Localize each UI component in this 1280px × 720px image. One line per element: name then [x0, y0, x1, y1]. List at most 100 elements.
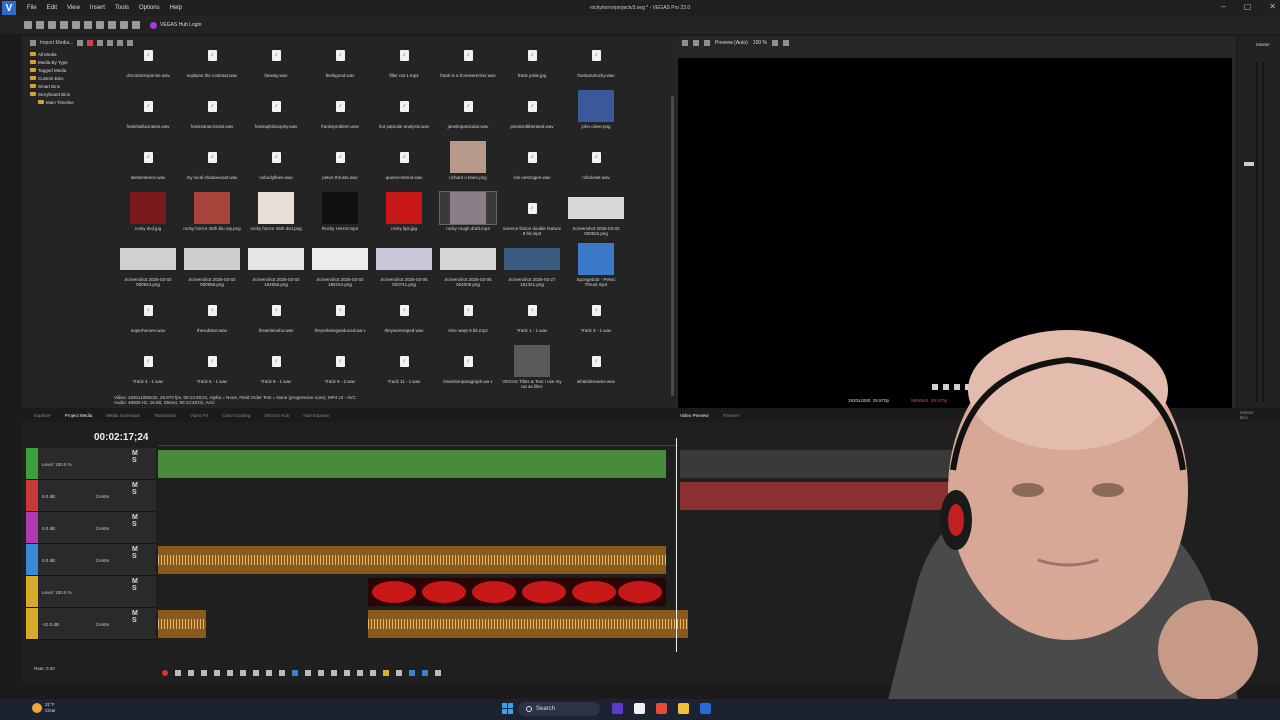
- tree-item[interactable]: All Media: [30, 50, 112, 58]
- normal-edit-tool-icon[interactable]: [292, 670, 298, 676]
- trim-icon[interactable]: [357, 670, 363, 676]
- track-level[interactable]: -42.0 dB: [42, 622, 59, 627]
- views-icon[interactable]: [127, 40, 134, 46]
- snapping-icon[interactable]: [409, 670, 415, 676]
- media-item[interactable]: ♪ robcloset.wav: [564, 141, 628, 192]
- tree-item[interactable]: Smart Bins: [30, 82, 112, 90]
- media-item[interactable]: ♪ Track 9 - 1.wav: [244, 345, 308, 396]
- media-item[interactable]: ♪ Track 1 - 1.wav: [500, 294, 564, 345]
- menu-file[interactable]: File: [22, 5, 42, 11]
- media-item[interactable]: Screenshot 2026-03-02 185154.png: [308, 243, 372, 294]
- go-to-start-icon[interactable]: [240, 670, 246, 676]
- track-pan[interactable]: Center: [96, 622, 110, 627]
- project-settings-icon[interactable]: [682, 40, 688, 46]
- media-item[interactable]: ♪ drscottsresponse.wav: [116, 50, 180, 90]
- stop-icon[interactable]: [117, 40, 124, 46]
- media-item[interactable]: ♪ theywereraped.wav: [372, 294, 436, 345]
- media-item[interactable]: ♪ superheroes.wav: [116, 294, 180, 345]
- taskbar-search[interactable]: Search: [518, 702, 600, 716]
- tab-hub-explorer[interactable]: Hub Explorer: [303, 413, 329, 418]
- tree-item[interactable]: Main Timeline: [30, 98, 112, 106]
- menu-edit[interactable]: Edit: [42, 5, 62, 11]
- media-item[interactable]: ♪ frank is a homewrecker.wav: [436, 50, 500, 90]
- track-level[interactable]: Level: 100.0 %: [42, 462, 72, 467]
- region-icon[interactable]: [396, 670, 402, 676]
- media-scrollbar[interactable]: [671, 96, 674, 396]
- media-item[interactable]: Screenshot 2026-03-05 004008.png: [436, 243, 500, 294]
- track-header[interactable]: M S 0.0 dB Center: [26, 512, 156, 544]
- media-item[interactable]: ♪ Track 11 - 1.wav: [372, 345, 436, 396]
- tab-trimmer[interactable]: Trimmer: [723, 413, 740, 418]
- media-item[interactable]: ♪ janetisntliberated.wav: [500, 90, 564, 141]
- tab-transitions[interactable]: Transitions: [154, 413, 176, 418]
- copy-icon[interactable]: [96, 21, 104, 29]
- tab-explorer[interactable]: Explorer: [34, 413, 51, 418]
- mute-solo-buttons[interactable]: M S: [132, 610, 156, 624]
- settings-icon[interactable]: [72, 21, 80, 29]
- properties-icon[interactable]: [97, 40, 104, 46]
- track-level[interactable]: 5.0 dB: [42, 494, 55, 499]
- time-ruler[interactable]: [158, 438, 678, 446]
- taskbar-app-icon[interactable]: [634, 703, 645, 714]
- lock-icon[interactable]: [370, 670, 376, 676]
- capture-icon[interactable]: [77, 40, 84, 46]
- snapshot-icon[interactable]: [782, 40, 789, 46]
- media-item[interactable]: ♪ rob oestrogen.wav: [500, 141, 564, 192]
- go-to-end-icon[interactable]: [253, 670, 259, 676]
- media-item[interactable]: ♪ science fiction double feature 8 bit.mp…: [500, 192, 564, 243]
- open-icon[interactable]: [36, 21, 44, 29]
- marker-icon[interactable]: [383, 670, 389, 676]
- media-item[interactable]: ♪ frankhallucinates.wav: [116, 90, 180, 141]
- maximize-icon[interactable]: ▢: [1244, 2, 1252, 11]
- media-item[interactable]: ♪ explains the contrast.wav: [180, 50, 244, 90]
- media-item[interactable]: Screenshot 2026-03-27 181341.png: [500, 243, 564, 294]
- ripple-mode-icon[interactable]: [435, 670, 441, 676]
- media-item[interactable]: ♪ theyrebeingseduced.wa v: [308, 294, 372, 345]
- close-icon[interactable]: ✕: [1269, 2, 1276, 11]
- minimize-icon[interactable]: –: [1221, 2, 1225, 11]
- media-item[interactable]: VEGAS Titles & Text I use my cat as fill…: [500, 345, 564, 396]
- vegas-logo-icon[interactable]: V: [2, 1, 16, 15]
- next-frame-icon[interactable]: [279, 670, 285, 676]
- tab-color-grading[interactable]: Color Grading: [222, 413, 250, 418]
- tree-item[interactable]: Tagged Media: [30, 66, 112, 74]
- selection-tool-icon[interactable]: [318, 670, 324, 676]
- stop-icon[interactable]: [227, 670, 233, 676]
- tree-item[interactable]: Custom Bins: [30, 74, 112, 82]
- envelope-tool-icon[interactable]: [305, 670, 311, 676]
- new-project-icon[interactable]: [24, 21, 32, 29]
- tab-video-preview[interactable]: Video Preview: [680, 413, 709, 418]
- hub-login-button[interactable]: VEGAS Hub Login: [150, 21, 201, 29]
- play-icon[interactable]: [201, 670, 207, 676]
- media-item[interactable]: ♪ hot patootie analysis.wav: [372, 90, 436, 141]
- track-pan[interactable]: Center: [96, 558, 110, 563]
- media-item[interactable]: ♪ faeway.wav: [244, 50, 308, 90]
- play-from-start-icon[interactable]: [188, 670, 194, 676]
- media-item[interactable]: ♪ time warp 8 bit.mp3: [436, 294, 500, 345]
- audio-clip[interactable]: [158, 546, 666, 574]
- media-item[interactable]: ♪ thewriterwho.wav: [244, 294, 308, 345]
- media-item[interactable]: john oliver.png: [564, 90, 628, 141]
- record-icon[interactable]: [162, 670, 168, 676]
- media-item[interactable]: Screenshot 2026-03-02 000922.png: [564, 192, 628, 243]
- media-item[interactable]: ♪ franksproblem.wav: [308, 90, 372, 141]
- cut-icon[interactable]: [84, 21, 92, 29]
- media-item[interactable]: rocky horror 35th blu ray.png: [180, 192, 244, 243]
- preview-quality-dropdown[interactable]: Preview (Auto): [715, 40, 748, 46]
- video-clip-green[interactable]: [158, 450, 666, 478]
- media-item[interactable]: Screenshot 2026-03-02 184656.png: [244, 243, 308, 294]
- pause-icon[interactable]: [214, 670, 220, 676]
- remove-icon[interactable]: [87, 40, 94, 46]
- media-item[interactable]: ♪ whatshisname.wav: [564, 345, 628, 396]
- playhead-cursor[interactable]: [676, 438, 677, 652]
- mute-solo-buttons[interactable]: M S: [132, 514, 156, 528]
- media-item[interactable]: rocky lips.jpg: [372, 192, 436, 243]
- track-level[interactable]: 0.0 dB: [42, 526, 55, 531]
- import-icon[interactable]: [30, 40, 36, 46]
- media-item[interactable]: Rocky Horror.mp4: [308, 192, 372, 243]
- mute-solo-buttons[interactable]: M S: [132, 546, 156, 560]
- lips-clip[interactable]: [368, 578, 666, 606]
- tab-vegas-hub[interactable]: VEGAS Hub: [264, 413, 289, 418]
- media-item[interactable]: ♪ pelvic thrusts.wav: [308, 141, 372, 192]
- media-item[interactable]: rocky horror 45th dvd.png: [244, 192, 308, 243]
